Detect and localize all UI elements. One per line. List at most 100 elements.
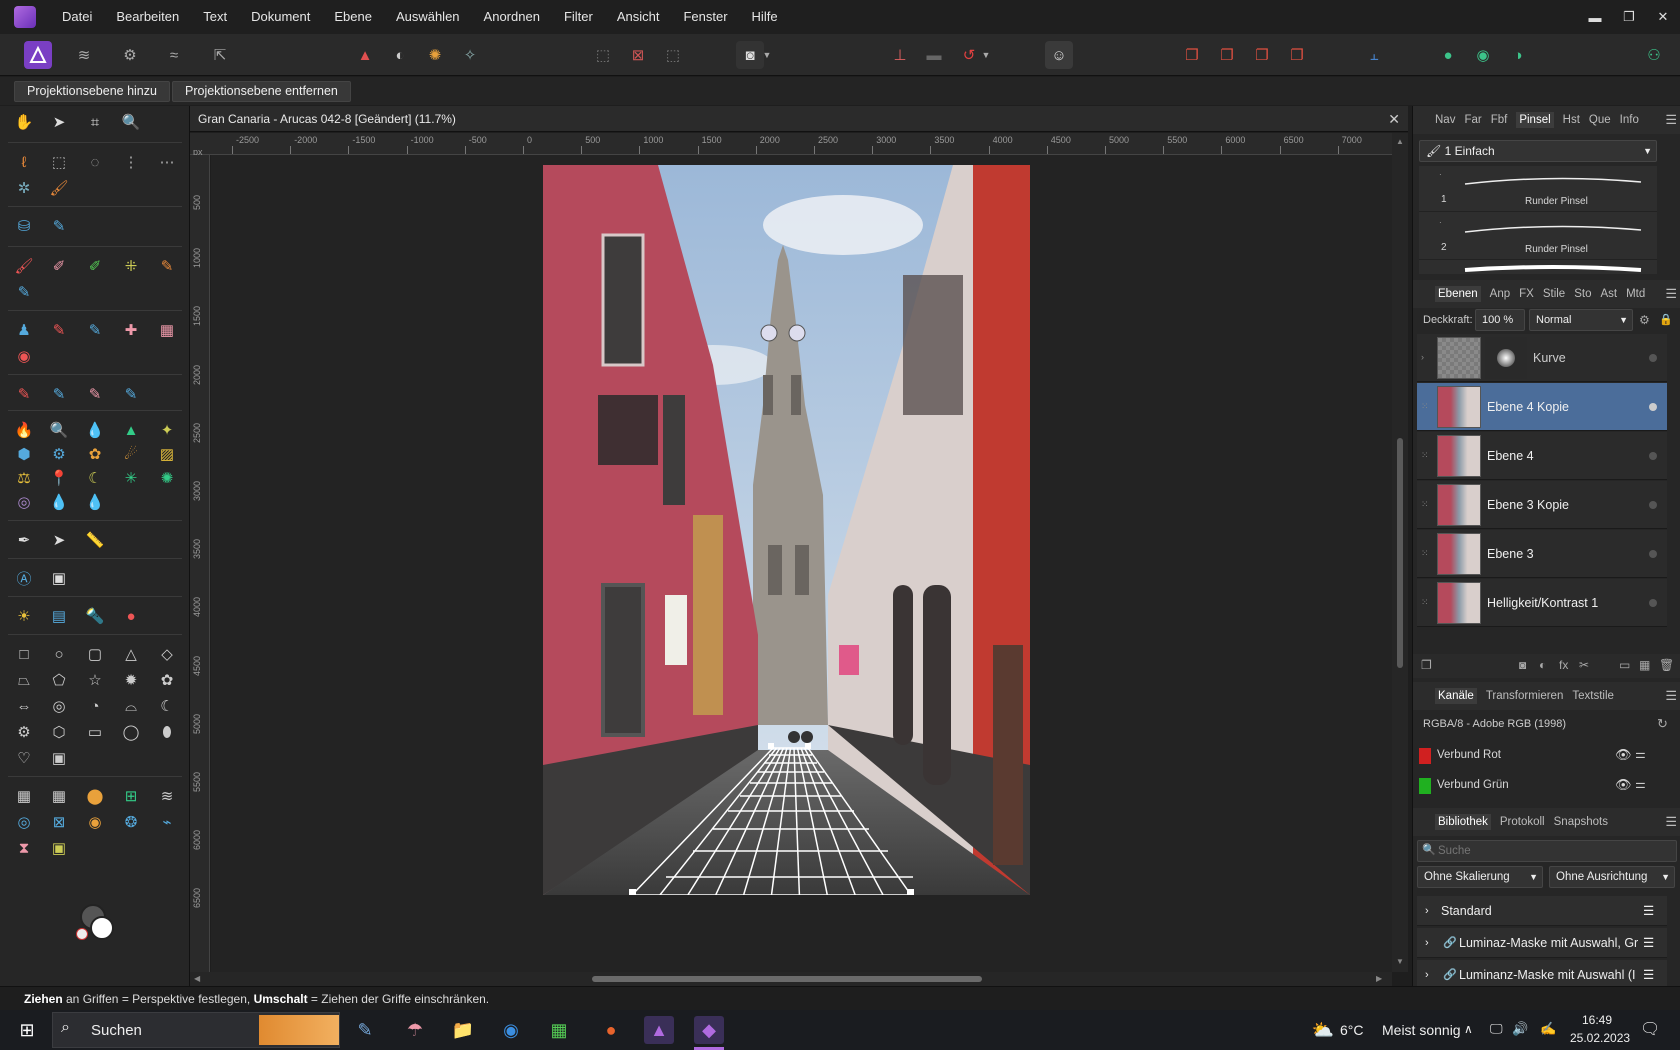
flood-select-icon[interactable]: ✲ (12, 176, 36, 200)
task-view-icon[interactable]: ✎ (350, 1016, 380, 1044)
vertical-scrollbar[interactable]: ▲ ▼ (1392, 133, 1408, 972)
menu-fenster[interactable]: Fenster (671, 0, 739, 34)
horizontal-ruler[interactable]: px -2500 -2000 -1500 -1000 -500 0 500 1000 1500 2… (190, 133, 1392, 157)
boolean-intersect-icon[interactable]: ◑ (1504, 41, 1532, 69)
ellipse-shape-icon[interactable]: ○ (47, 642, 71, 666)
tab-swatches[interactable]: Fbf (1491, 114, 1508, 126)
drag-handle-icon[interactable]: ⁙ (1421, 548, 1429, 559)
color-swatches[interactable] (76, 904, 116, 944)
taskbar-search[interactable]: ⌕ Suchen (52, 1012, 340, 1048)
arrange-forward-icon[interactable]: ❐ (1248, 41, 1276, 69)
tab-transform[interactable]: Transformieren (1486, 690, 1564, 702)
foreground-color-swatch[interactable] (90, 916, 114, 940)
expand-icon[interactable]: › (1425, 896, 1429, 926)
blend-mode-dropdown[interactable]: Normal ▼ (1529, 309, 1633, 331)
menu-ebene[interactable]: Ebene (322, 0, 384, 34)
freehand-selection-tool-icon[interactable]: ℓ (12, 150, 36, 174)
minimize-button[interactable]: ▬ (1578, 0, 1612, 34)
magnify-filter-icon[interactable]: 🔍 (47, 418, 71, 442)
double-arrow-shape-icon[interactable]: ⇔ (12, 694, 36, 718)
crop-tool-icon[interactable]: ⌗ (83, 110, 107, 134)
brush-stand-icon[interactable]: ✂ (1579, 658, 1589, 672)
auto-contrast-icon[interactable]: ◐ (386, 41, 414, 69)
burst-shape-icon[interactable]: ✹ (119, 668, 143, 692)
weather-sun-icon[interactable]: ⛅ (1308, 1016, 1338, 1044)
row-menu-icon[interactable]: ☰ (1643, 928, 1654, 958)
rectangle-shape-icon[interactable]: □ (12, 642, 36, 666)
alignment-icon[interactable]: ⫠ (1360, 41, 1388, 69)
layer-row[interactable]: ⁙ Ebene 3 (1417, 530, 1667, 578)
arrange-front-icon[interactable]: ❐ (1283, 41, 1311, 69)
undo-brush-icon[interactable]: ✎ (47, 318, 71, 342)
export-persona-icon[interactable]: ⇱ (206, 41, 234, 69)
mixer-brush-icon[interactable]: ⁜ (119, 254, 143, 278)
clock-time[interactable]: 16:49 (1582, 1013, 1612, 1027)
layer-stack-icon[interactable]: ❐ (1421, 658, 1432, 672)
light-icon[interactable]: ☀ (12, 604, 36, 628)
layer-row[interactable]: ⁙ Helligkeit/Kontrast 1 (1417, 579, 1667, 627)
cog-shape-icon[interactable]: ⚙ (12, 720, 36, 744)
photo-persona-icon[interactable] (24, 41, 52, 69)
deselect-icon[interactable]: ⊠ (624, 41, 652, 69)
elliptical-marquee-icon[interactable]: ◌ (83, 150, 107, 174)
menu-anordnen[interactable]: Anordnen (472, 0, 552, 34)
tab-styles[interactable]: Stile (1543, 288, 1565, 300)
menu-dokument[interactable]: Dokument (239, 0, 322, 34)
document-tab[interactable]: Gran Canaria - Arucas 042-8 [Geändert] (… (190, 106, 1408, 132)
align-dropdown[interactable]: Ohne Ausrichtung ▼ (1549, 866, 1675, 888)
swirl-icon[interactable]: ☄ (119, 442, 143, 466)
color-replacement-icon[interactable]: ✐ (83, 254, 107, 278)
panel-menu-icon[interactable]: ☰ (1665, 286, 1677, 302)
twirl-distort-icon[interactable]: ◉ (83, 810, 107, 834)
weather-text[interactable]: Meist sonnig (1382, 1022, 1461, 1038)
panel-menu-icon[interactable]: ☰ (1665, 688, 1677, 704)
tab-history[interactable]: Protokoll (1500, 816, 1545, 828)
menu-filter[interactable]: Filter (552, 0, 605, 34)
layer-visibility-dot[interactable] (1649, 599, 1657, 607)
gear-filter-icon[interactable]: ⚙ (47, 442, 71, 466)
arrange-backward-icon[interactable]: ❐ (1213, 41, 1241, 69)
tab-info[interactable]: Info (1620, 114, 1639, 126)
account-icon[interactable]: ⚇ (1640, 41, 1668, 69)
gradient-tool-icon[interactable]: ✎ (47, 214, 71, 238)
ripple-icon[interactable]: ⌁ (155, 810, 179, 834)
tab-snapshots[interactable]: Snapshots (1554, 816, 1608, 828)
menu-auswaehlen[interactable]: Auswählen (384, 0, 472, 34)
expand-icon[interactable]: › (1421, 352, 1424, 362)
ellipse-callout-icon[interactable]: ◯ (119, 720, 143, 744)
trash-icon[interactable]: 🗑 (1659, 658, 1674, 672)
drop-minus-icon[interactable]: 💧 (83, 490, 107, 514)
drag-handle-icon[interactable]: ⁙ (1421, 597, 1429, 608)
tab-text-styles[interactable]: Textstile (1572, 690, 1614, 702)
gear-icon[interactable]: ⚙ (1639, 313, 1650, 327)
pinch-icon[interactable]: ❂ (119, 810, 143, 834)
file-explorer-icon[interactable]: 📁 (448, 1016, 478, 1044)
brush-category-dropdown[interactable]: 🖌 1 Einfach ▼ (1419, 140, 1657, 162)
add-projection-plane-button[interactable]: Projektionsebene hinzu (14, 81, 170, 102)
lock-icon[interactable]: 🔒 (1659, 313, 1673, 326)
tab-layers[interactable]: Ebenen (1435, 286, 1481, 302)
layers-stack-icon[interactable]: ▤ (47, 604, 71, 628)
polygon-shape-icon[interactable]: ⬠ (47, 668, 71, 692)
rectangular-marquee-icon[interactable]: ⬚ (47, 150, 71, 174)
folder-icon[interactable]: ▭ (1619, 658, 1630, 672)
balance-icon[interactable]: ⚖ (12, 466, 36, 490)
layer-row[interactable]: ⁙ Ebene 4 (1417, 432, 1667, 480)
network-icon[interactable]: 🖵 (1490, 1021, 1503, 1037)
close-window-button[interactable]: ✕ (1646, 0, 1680, 34)
menu-datei[interactable]: Datei (50, 0, 104, 34)
no-color-icon[interactable] (76, 928, 88, 940)
color-picker-icon[interactable]: ✎ (12, 280, 36, 304)
affinity-photo-taskbar-icon[interactable]: ◆ (694, 1016, 724, 1044)
segment-shape-icon[interactable]: ⌓ (119, 694, 143, 718)
water-drop-icon[interactable]: 💧 (83, 418, 107, 442)
scroll-down-icon[interactable]: ▼ (1396, 957, 1404, 966)
clock-date[interactable]: 25.02.2023 (1570, 1031, 1630, 1045)
histogram-icon[interactable]: ▲ (351, 41, 379, 69)
move-tool-icon[interactable]: ➤ (47, 110, 71, 134)
affinity-publisher-icon[interactable]: ▲ (644, 1016, 674, 1044)
scroll-up-icon[interactable]: ▲ (1396, 137, 1404, 146)
heart-shape-icon[interactable]: ♡ (12, 746, 36, 770)
library-row[interactable]: › Standard ☰ (1417, 896, 1667, 926)
drag-handle-icon[interactable]: ⁙ (1421, 401, 1429, 412)
